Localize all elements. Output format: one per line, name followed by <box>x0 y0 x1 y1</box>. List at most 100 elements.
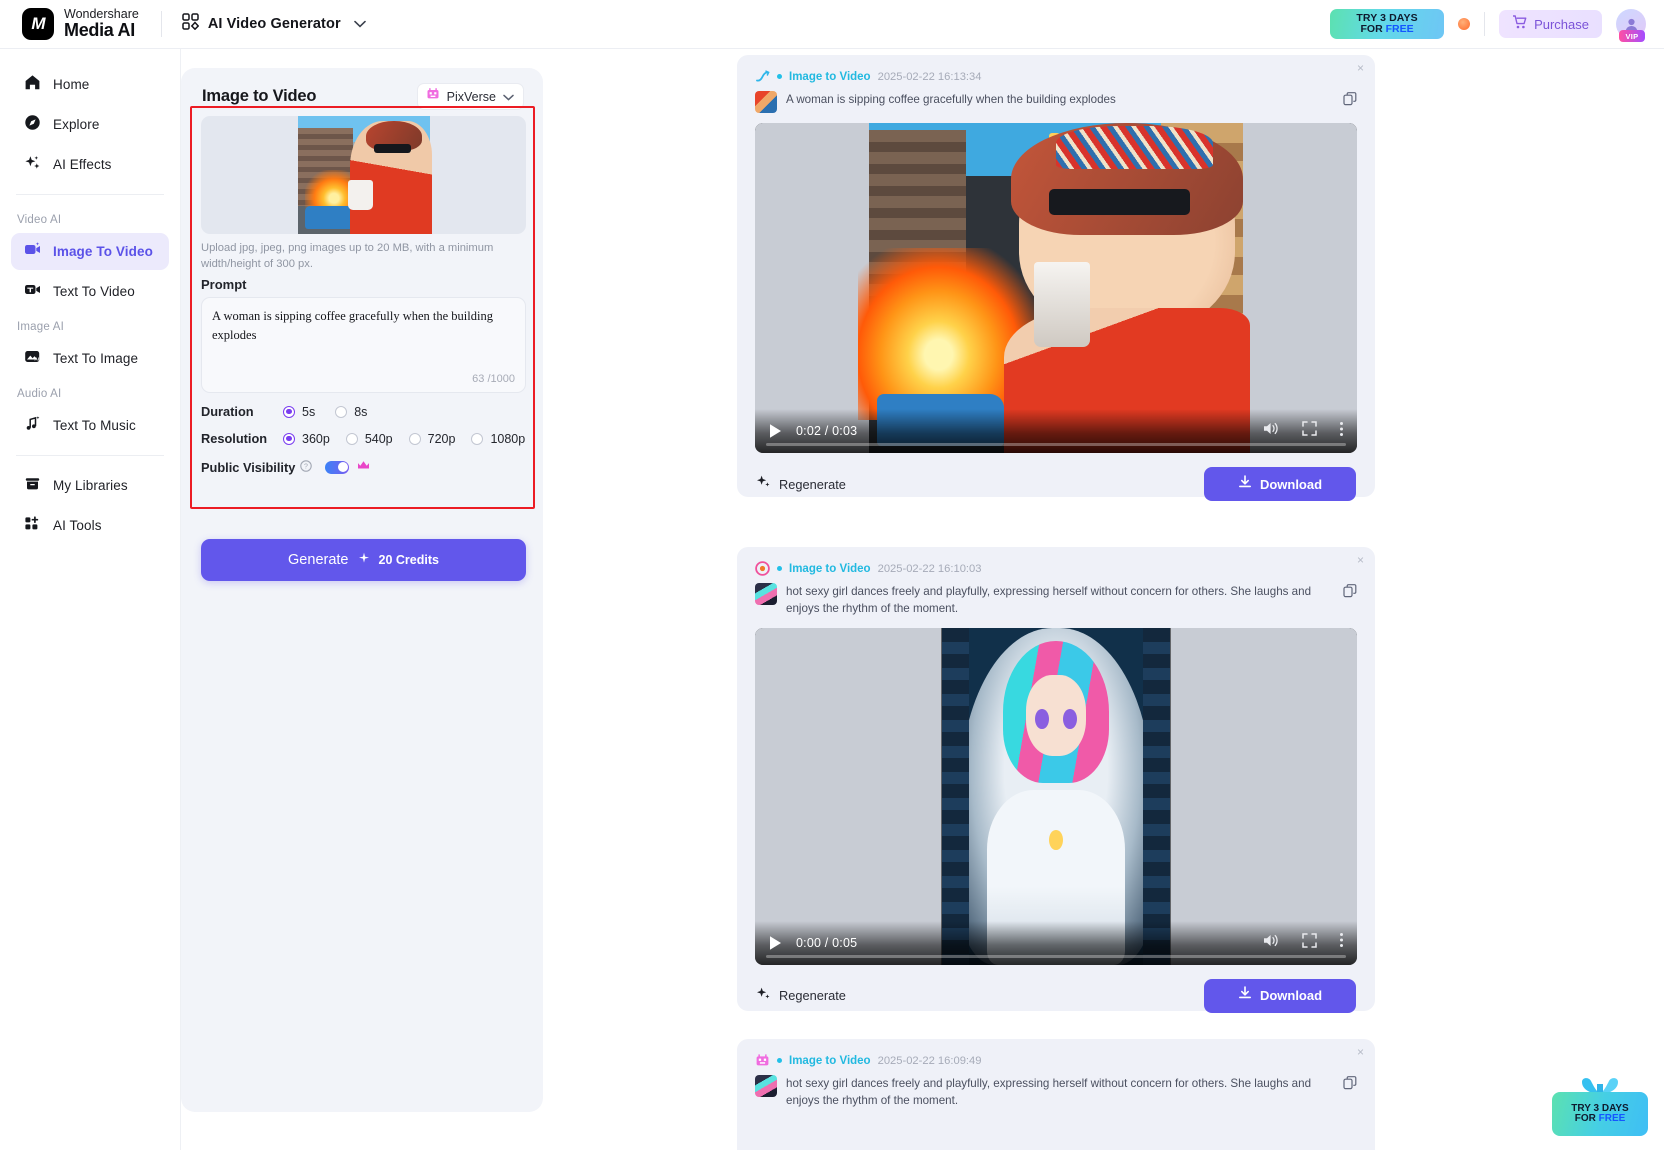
source-image-thumbnail[interactable] <box>755 91 777 113</box>
sidebar-item-label: Text To Music <box>53 418 136 433</box>
sidebar-item-image-to-video[interactable]: Image To Video <box>11 233 169 270</box>
sidebar-item-ai-effects[interactable]: AI Effects <box>11 146 169 183</box>
result-prompt: hot sexy girl dances freely and playfull… <box>786 1075 1334 1110</box>
generate-button[interactable]: Generate 20 Credits <box>201 539 526 581</box>
download-icon <box>1238 986 1252 1005</box>
sidebar-item-label: Image To Video <box>53 244 153 259</box>
video-frame-image <box>869 123 1242 453</box>
prompt-value: A woman is sipping coffee gracefully whe… <box>212 307 512 345</box>
purchase-button[interactable]: Purchase <box>1499 10 1602 38</box>
model-selector[interactable]: PixVerse <box>417 83 524 110</box>
resolution-option-720p[interactable]: 720p <box>409 432 456 446</box>
volume-icon[interactable] <box>1263 933 1280 953</box>
try-free-banner[interactable]: TRY 3 DAYS FOR FREE <box>1330 9 1444 39</box>
video-time-display: 0:00 / 0:05 <box>796 936 857 950</box>
fullscreen-icon[interactable] <box>1302 933 1317 953</box>
play-button[interactable] <box>768 935 783 951</box>
generate-credits: 20 Credits <box>379 553 439 567</box>
results-feed: × Image to Video 2025-02-22 16:13:34 A w… <box>543 49 1664 1150</box>
result-card: × Image to Video 2025-02-22 16:13:34 A w… <box>737 55 1375 497</box>
source-image-thumbnail[interactable] <box>755 1075 777 1097</box>
brand-logo[interactable]: M Wondershare Media AI <box>22 8 139 40</box>
copy-icon[interactable] <box>1343 1076 1357 1095</box>
sidebar-item-text-to-video[interactable]: Text To Video <box>11 273 169 310</box>
notification-dot-icon[interactable] <box>1458 18 1470 30</box>
regenerate-button[interactable]: Regenerate <box>756 986 846 1006</box>
sparkles-icon <box>24 154 41 176</box>
duration-option-8s[interactable]: 8s <box>335 405 367 419</box>
source-image-thumbnail[interactable] <box>755 583 777 605</box>
ai-tools-icon <box>24 515 41 537</box>
video-scrubber[interactable] <box>766 955 1346 958</box>
close-icon[interactable]: × <box>1357 62 1364 74</box>
download-label: Download <box>1260 477 1322 492</box>
duration-option-5s[interactable]: 5s <box>283 405 315 419</box>
play-button[interactable] <box>768 423 783 439</box>
video-player[interactable]: 0:02 / 0:03 <box>755 123 1357 453</box>
resolution-option-1080p[interactable]: 1080p <box>471 432 525 446</box>
regenerate-label: Regenerate <box>779 988 846 1003</box>
text-to-video-icon <box>24 281 41 303</box>
result-type-icon <box>755 69 770 84</box>
generate-label: Generate <box>288 552 348 568</box>
sidebar-item-ai-tools[interactable]: AI Tools <box>11 507 169 544</box>
app-switcher[interactable]: AI Video Generator <box>182 13 366 35</box>
generator-panel: Image to Video PixVerse Upload jpg, jpeg… <box>181 49 543 1150</box>
crown-icon <box>357 458 370 476</box>
help-circle-icon[interactable]: ? <box>300 460 312 475</box>
result-timestamp: 2025-02-22 16:13:34 <box>878 71 982 83</box>
sidebar-item-text-to-image[interactable]: AI Text To Image <box>11 340 169 377</box>
resolution-option-540p[interactable]: 540p <box>346 432 393 446</box>
prompt-label: Prompt <box>201 277 247 292</box>
sidebar-group-audio-ai: Audio AI <box>0 380 180 404</box>
wondershare-logo-icon: M <box>22 8 54 40</box>
pixverse-icon <box>426 87 440 106</box>
sidebar-item-home[interactable]: Home <box>11 66 169 103</box>
video-player[interactable]: 0:00 / 0:05 <box>755 628 1357 965</box>
sidebar-item-text-to-music[interactable]: Text To Music <box>11 407 169 444</box>
upload-hint-text: Upload jpg, jpeg, png images up to 20 MB… <box>201 240 526 272</box>
image-upload-dropzone[interactable] <box>201 116 526 234</box>
sidebar-item-label: Text To Image <box>53 351 138 366</box>
download-button[interactable]: Download <box>1204 979 1356 1013</box>
visibility-label: Public Visibility <box>201 460 295 475</box>
home-icon <box>24 74 41 96</box>
prompt-input[interactable]: A woman is sipping coffee gracefully whe… <box>201 297 526 393</box>
close-icon[interactable]: × <box>1357 554 1364 566</box>
public-visibility-toggle[interactable] <box>325 461 349 474</box>
cart-icon <box>1512 15 1527 34</box>
card-prompt-row: hot sexy girl dances freely and playfull… <box>737 1068 1375 1110</box>
resolution-option-360p[interactable]: 360p <box>283 432 330 446</box>
floating-promo-box: TRY 3 DAYS FOR FREE <box>1552 1092 1648 1136</box>
sparkles-icon <box>756 986 771 1006</box>
user-menu[interactable]: VIP <box>1616 9 1646 39</box>
copy-icon[interactable] <box>1343 92 1357 111</box>
resolution-row: Resolution 360p 540p 720p 1080p <box>201 431 525 446</box>
more-options-icon[interactable] <box>1339 932 1344 953</box>
purchase-label: Purchase <box>1534 17 1589 32</box>
floating-try-free-banner[interactable]: TRY 3 DAYS FOR FREE <box>1552 1072 1648 1136</box>
vip-badge: VIP <box>1619 30 1645 42</box>
video-scrubber[interactable] <box>766 443 1346 446</box>
app-header: M Wondershare Media AI AI Video Generato… <box>0 0 1664 49</box>
more-options-icon[interactable] <box>1339 421 1344 442</box>
svg-text:AI: AI <box>34 356 39 361</box>
video-controls: 0:00 / 0:05 <box>755 921 1357 965</box>
sidebar-item-explore[interactable]: Explore <box>11 106 169 143</box>
duration-option-label: 8s <box>354 405 367 419</box>
copy-icon[interactable] <box>1343 584 1357 603</box>
sparkle-icon <box>358 551 370 569</box>
chevron-down-icon <box>354 17 366 31</box>
download-button[interactable]: Download <box>1204 467 1356 501</box>
sidebar-item-my-libraries[interactable]: My Libraries <box>11 467 169 504</box>
resolution-option-label: 360p <box>302 432 330 446</box>
fullscreen-icon[interactable] <box>1302 421 1317 441</box>
close-icon[interactable]: × <box>1357 1046 1364 1058</box>
sidebar-item-label: AI Effects <box>53 157 112 172</box>
resolution-label: Resolution <box>201 431 283 446</box>
sparkles-icon <box>756 474 771 494</box>
download-icon <box>1238 475 1252 494</box>
sidebar-group-video-ai: Video AI <box>0 206 180 230</box>
regenerate-button[interactable]: Regenerate <box>756 474 846 494</box>
volume-icon[interactable] <box>1263 421 1280 441</box>
